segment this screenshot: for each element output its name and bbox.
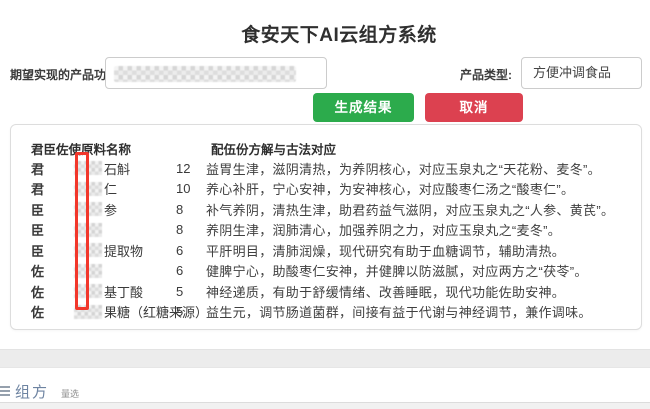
ingredient-name (63, 223, 176, 237)
hamburger-icon[interactable] (0, 386, 10, 397)
role-label: 君 (31, 159, 63, 178)
row-description: 益胃生津，滋阴清热，为养阴核心，对应玉泉丸之“天花粉、麦冬”。 (206, 159, 641, 178)
ingredient-name: 提取物 (63, 241, 176, 260)
ratio-value: 12 (176, 161, 206, 176)
table-header-row: 君臣佐使原料名称 配伍份方解与古法对应 (11, 138, 641, 158)
ratio-value: 6 (176, 243, 206, 258)
function-label: 期望实现的产品功能 (10, 66, 118, 83)
ingredient-name: 石斛 (63, 159, 176, 178)
redacted-ingredient-block (74, 305, 102, 319)
table-row: 佐 果糖（红糖来源） 5 益生元，调节肠道菌群，间接有益于代谢与神经调节，兼作调… (11, 302, 641, 323)
ingredient-name: 参 (63, 200, 176, 219)
redacted-ingredient-block (74, 284, 102, 298)
ingredient-name: 基丁酸 (63, 282, 176, 301)
row-description: 益生元，调节肠道菌群，间接有益于代谢与神经调节，兼作调味。 (206, 302, 641, 321)
section-subtext: 量选 (61, 387, 79, 400)
ratio-value: 6 (176, 263, 206, 278)
redacted-ingredient-block (74, 161, 102, 175)
role-label: 佐 (31, 302, 63, 321)
table-row: 臣 8 养阴生津，润肺清心，加强养阴之力，对应玉泉丸之“麦冬”。 (11, 220, 641, 241)
redacted-ingredient-block (74, 182, 102, 196)
table-row: 佐 6 健脾宁心，助酸枣仁安神，并健脾以防滋腻，对应两方之“茯苓”。 (11, 261, 641, 282)
table-row: 臣 参 8 补气养阴，清热生津，助君药益气滋阴，对应玉泉丸之“人参、黄芪”。 (11, 199, 641, 220)
row-description: 平肝明目，清肺润燥，现代研究有助于血糖调节，辅助清热。 (206, 241, 641, 260)
ingredient-name: 仁 (63, 179, 176, 198)
role-label: 臣 (31, 220, 63, 239)
ingredient-name (63, 264, 176, 278)
row-description: 神经递质，有助于舒缓情绪、改善睡眠，现代功能佐助安神。 (206, 282, 641, 301)
ratio-value: 8 (176, 222, 206, 237)
redacted-ingredient-block (74, 264, 102, 278)
ingredient-name: 果糖（红糖来源） (63, 302, 176, 321)
ratio-value: 5 (176, 304, 206, 319)
product-type-label: 产品类型: (460, 66, 512, 83)
role-label: 君 (31, 179, 63, 198)
product-type-value: 方便冲调食品 (533, 65, 611, 80)
table-row: 君 仁 10 养心补肝，宁心安神，为安神核心，对应酸枣仁汤之“酸枣仁”。 (11, 179, 641, 200)
row-description: 养心补肝，宁心安神，为安神核心，对应酸枣仁汤之“酸枣仁”。 (206, 179, 641, 198)
row-description: 健脾宁心，助酸枣仁安神，并健脾以防滋腻，对应两方之“茯苓”。 (206, 261, 641, 280)
ratio-value: 10 (176, 181, 206, 196)
table-row: 臣 提取物 6 平肝明目，清肺润燥，现代研究有助于血糖调节，辅助清热。 (11, 240, 641, 261)
table-row: 君 石斛 12 益胃生津，滋阴清热，为养阴核心，对应玉泉丸之“天花粉、麦冬”。 (11, 158, 641, 179)
cancel-button[interactable]: 取消 (425, 93, 523, 122)
redacted-input-value (114, 66, 296, 82)
redacted-ingredient-block (74, 202, 102, 216)
bottom-strip (0, 402, 650, 409)
product-type-select[interactable]: 方便冲调食品 (521, 57, 642, 89)
table-row: 佐 基丁酸 5 神经递质，有助于舒缓情绪、改善睡眠，现代功能佐助安神。 (11, 281, 641, 302)
function-input[interactable] (105, 57, 327, 89)
footer-divider-band (0, 349, 650, 368)
row-description: 养阴生津，润肺清心，加强养阴之力，对应玉泉丸之“麦冬”。 (206, 220, 641, 239)
footer-nav: 组方 量选 (0, 381, 650, 401)
app-window: 食安天下AI云组方系统 期望实现的产品功能 产品类型: 方便冲调食品 生成结果 … (0, 0, 650, 409)
role-label: 佐 (31, 282, 63, 301)
role-label: 臣 (31, 200, 63, 219)
role-label: 臣 (31, 241, 63, 260)
section-title-zufang[interactable]: 组方 (15, 381, 49, 402)
redacted-ingredient-block (74, 243, 102, 257)
row-description: 补气养阴，清热生津，助君药益气滋阴，对应玉泉丸之“人参、黄芪”。 (206, 200, 641, 219)
formula-result-card: 君臣佐使原料名称 配伍份方解与古法对应 君 石斛 12 益胃生津，滋阴清热，为养… (10, 124, 642, 330)
ratio-value: 8 (176, 202, 206, 217)
role-label: 佐 (31, 261, 63, 280)
column-header-ingredients: 君臣佐使原料名称 (31, 139, 196, 158)
ratio-value: 5 (176, 284, 206, 299)
redacted-ingredient-block (74, 223, 102, 237)
generate-result-button[interactable]: 生成结果 (313, 93, 414, 122)
column-header-ratio-explanation: 配伍份方解与古法对应 (211, 139, 336, 158)
page-title: 食安天下AI云组方系统 (0, 20, 650, 47)
